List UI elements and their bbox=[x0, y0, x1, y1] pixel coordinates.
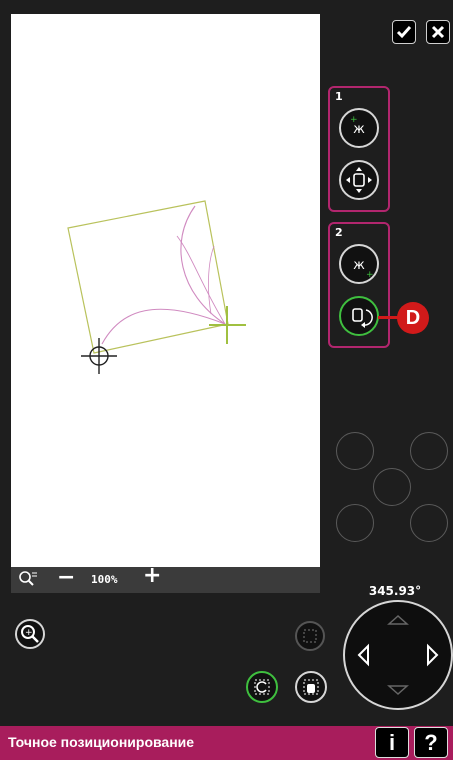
move-arrows-icon bbox=[346, 167, 372, 193]
embroidery-canvas[interactable] bbox=[11, 14, 320, 567]
rotate-design-button[interactable] bbox=[339, 296, 379, 336]
position-group-2: 2 ж + bbox=[328, 222, 390, 348]
help-button[interactable]: ? bbox=[414, 727, 448, 758]
info-button[interactable]: i bbox=[375, 727, 409, 758]
corner-bottom-left-button[interactable] bbox=[336, 504, 374, 542]
screen-title: Точное позиционирование bbox=[8, 734, 195, 750]
group-number: 1 bbox=[335, 90, 343, 103]
zoom-out-button[interactable]: − bbox=[57, 567, 75, 589]
callout-marker: D bbox=[397, 302, 429, 334]
rotation-angle: 345.93° bbox=[368, 584, 422, 598]
corner-center-button[interactable] bbox=[373, 468, 411, 506]
rotation-pivot-icon bbox=[81, 338, 117, 374]
callout-pointer bbox=[378, 316, 400, 319]
zoom-level: 100% bbox=[91, 573, 118, 586]
position-crosshair-icon bbox=[209, 306, 246, 344]
svg-text:+: + bbox=[350, 115, 358, 125]
hand-icon bbox=[303, 679, 319, 695]
rotate-right-button[interactable] bbox=[418, 628, 450, 678]
design-bounding-box bbox=[67, 200, 229, 354]
stitch-curve bbox=[180, 205, 226, 325]
stitch-curve bbox=[101, 308, 226, 345]
svg-text:+: + bbox=[25, 628, 33, 638]
confirm-button[interactable] bbox=[392, 20, 416, 44]
arrow-down-icon bbox=[387, 685, 409, 696]
close-button[interactable] bbox=[426, 20, 450, 44]
rotate-view-button[interactable] bbox=[246, 671, 278, 703]
arrow-up-icon bbox=[387, 614, 409, 625]
svg-text:+: + bbox=[366, 270, 374, 280]
corner-top-right-button[interactable] bbox=[410, 432, 448, 470]
butterfly-plus-icon: ж+ bbox=[350, 115, 365, 137]
svg-text:ж: ж bbox=[353, 258, 365, 273]
corner-bottom-right-button[interactable] bbox=[410, 504, 448, 542]
group-number: 2 bbox=[335, 226, 343, 239]
select-design-point-button[interactable]: ж + bbox=[339, 108, 379, 148]
position-group-1: 1 ж + bbox=[328, 86, 390, 212]
zoom-in-button[interactable]: + bbox=[143, 565, 161, 587]
rotate-left-button[interactable] bbox=[348, 628, 380, 678]
pan-button[interactable] bbox=[295, 671, 327, 703]
bottom-bar: Точное позиционирование i ? bbox=[0, 726, 453, 760]
magnifier-icon: + bbox=[21, 625, 39, 643]
select-target-point-button[interactable]: ж + bbox=[339, 244, 379, 284]
checkmark-icon bbox=[396, 26, 412, 39]
butterfly-target-icon: ж+ bbox=[353, 258, 374, 280]
move-to-point-button[interactable] bbox=[339, 160, 379, 200]
zoom-options-icon[interactable] bbox=[18, 570, 38, 592]
frame-select-icon bbox=[303, 629, 317, 643]
design-preview bbox=[67, 200, 246, 374]
zoom-bar: − 100% + bbox=[11, 565, 320, 593]
rotate-icon bbox=[352, 308, 373, 328]
zoom-button[interactable]: + bbox=[15, 619, 45, 649]
frame-rotate-icon bbox=[254, 679, 270, 695]
close-icon bbox=[431, 25, 445, 39]
corner-top-left-button[interactable] bbox=[336, 432, 374, 470]
zoom-to-design-button[interactable] bbox=[295, 621, 325, 651]
